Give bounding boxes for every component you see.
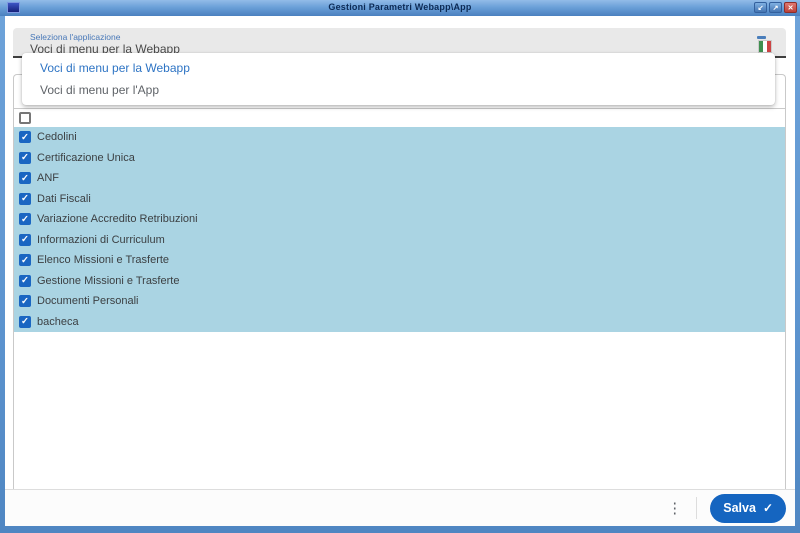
window-controls: ↙ ↗ ✕ (754, 2, 797, 13)
save-button[interactable]: Salva ✓ (710, 493, 786, 523)
menu-item-row[interactable]: Certificazione Unica (14, 148, 785, 169)
menu-item-row[interactable]: bacheca (14, 312, 785, 333)
menu-item-row[interactable]: Dati Fiscali (14, 189, 785, 210)
check-icon: ✓ (762, 501, 773, 515)
menu-item-checkbox[interactable] (19, 233, 31, 246)
menu-item-label: ANF (37, 172, 59, 185)
kebab-menu-icon[interactable]: ⋮ (653, 499, 696, 517)
save-button-label: Salva (723, 501, 756, 515)
dropdown-option[interactable]: Voci di menu per la Webapp (22, 57, 775, 79)
menu-item-checkbox[interactable] (19, 295, 31, 308)
menu-item-checkbox[interactable] (19, 192, 31, 205)
maximize-button[interactable]: ↗ (769, 2, 782, 13)
restore-button[interactable]: ↙ (754, 2, 767, 13)
menu-item-label: Cedolini (37, 131, 77, 144)
app-window: Gestioni Parametri Webapp\App ↙ ↗ ✕ Sele… (0, 0, 800, 533)
italian-flag-icon[interactable] (757, 36, 773, 53)
menu-item-row[interactable]: Informazioni di Curriculum (14, 230, 785, 251)
select-all-checkbox[interactable] (19, 112, 31, 124)
menu-item-checkbox[interactable] (19, 254, 31, 267)
flag-pole (757, 36, 766, 39)
menu-item-label: Elenco Missioni e Trasferte (37, 254, 170, 267)
window-title: Gestioni Parametri Webapp\App (328, 2, 472, 12)
menu-item-row[interactable]: Documenti Personali (14, 291, 785, 312)
application-select-dropdown: Voci di menu per la Webapp Voci di menu … (22, 53, 775, 105)
menu-item-label: Variazione Accredito Retribuzioni (37, 213, 198, 226)
menu-item-row[interactable]: Elenco Missioni e Trasferte (14, 250, 785, 271)
menu-item-row[interactable]: Gestione Missioni e Trasferte (14, 271, 785, 292)
menu-item-label: Dati Fiscali (37, 192, 91, 205)
menu-item-checkbox[interactable] (19, 172, 31, 185)
menu-item-label: Gestione Missioni e Trasferte (37, 274, 180, 287)
menu-item-label: bacheca (37, 315, 79, 328)
footer-toolbar: ⋮ Salva ✓ (5, 489, 795, 526)
window-content: Seleziona l'applicazione Voci di menu pe… (5, 16, 795, 526)
menu-item-row[interactable]: Variazione Accredito Retribuzioni (14, 209, 785, 230)
menu-item-checkbox[interactable] (19, 213, 31, 226)
menu-item-row[interactable]: ANF (14, 168, 785, 189)
menu-item-label: Certificazione Unica (37, 151, 135, 164)
select-all-row (14, 109, 785, 127)
menu-item-label: Informazioni di Curriculum (37, 233, 165, 246)
menu-item-checkbox[interactable] (19, 315, 31, 328)
menu-item-list: Cedolini Certificazione Unica ANF (14, 127, 785, 332)
menu-item-row[interactable]: Cedolini (14, 127, 785, 148)
menu-items-panel: Cedolini Certificazione Unica ANF (13, 74, 786, 489)
menu-item-checkbox[interactable] (19, 151, 31, 164)
titlebar[interactable]: Gestioni Parametri Webapp\App ↙ ↗ ✕ (0, 0, 800, 16)
menu-items-table: Cedolini Certificazione Unica ANF (14, 108, 785, 332)
menu-item-checkbox[interactable] (19, 274, 31, 287)
dropdown-option[interactable]: Voci di menu per l'App (22, 79, 775, 101)
close-button[interactable]: ✕ (784, 2, 797, 13)
footer-divider (696, 497, 698, 519)
menu-item-checkbox[interactable] (19, 131, 31, 144)
application-select-label: Seleziona l'applicazione (30, 32, 121, 42)
flag-stripes (759, 41, 771, 52)
menu-item-label: Documenti Personali (37, 295, 139, 308)
